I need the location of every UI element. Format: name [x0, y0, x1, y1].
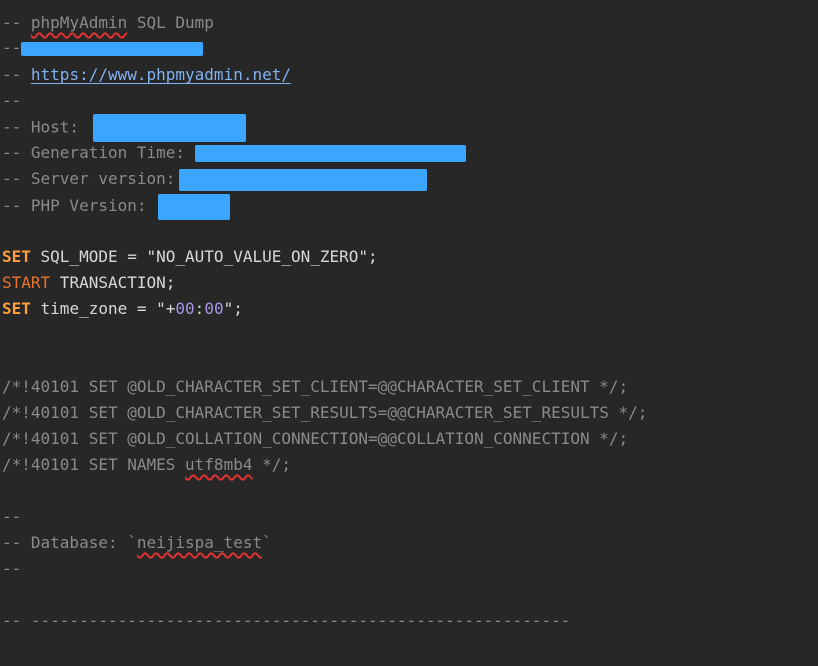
- phpmyadmin-link[interactable]: https://www.phpmyadmin.net/: [31, 65, 291, 84]
- generation-time-label: -- Generation Time:: [2, 143, 195, 162]
- comment-line-redacted-version: --: [2, 35, 204, 61]
- names-value: utf8mb4: [185, 455, 253, 474]
- names-suffix: */;: [252, 455, 291, 474]
- redacted-generation-time-block: [194, 145, 466, 162]
- transaction-statement: TRANSACTION;: [50, 273, 176, 292]
- comment-line-database: -- Database: `neijispa_test`: [2, 530, 272, 556]
- start-keyword: START: [2, 273, 51, 292]
- comment-line-php-version: -- PHP Version:: [2, 193, 231, 220]
- database-suffix: `: [262, 533, 272, 552]
- redacted-version-block: [21, 41, 204, 56]
- comment-line-empty: --: [2, 559, 22, 578]
- comment-line-empty: --: [2, 507, 22, 526]
- comment-prefix: --: [2, 13, 31, 32]
- comment-separator-line: -- -------------------------------------…: [2, 611, 571, 630]
- charset-directive-collation: /*!40101 SET @OLD_COLLATION_CONNECTION=@…: [2, 429, 629, 448]
- comment-line-url: -- https://www.phpmyadmin.net/: [2, 62, 291, 88]
- time-zone-hours: 00: [175, 299, 195, 318]
- host-label: -- Host:: [2, 117, 89, 137]
- comment-line-server-version: -- Server version:: [2, 166, 428, 192]
- names-prefix: /*!40101 SET NAMES: [2, 455, 186, 474]
- comment-dashes: --: [2, 38, 22, 57]
- set-keyword: SET: [2, 247, 31, 266]
- code-editor[interactable]: -- phpMyAdmin SQL Dump -- -- https://www…: [0, 0, 818, 666]
- charset-directive-client: /*!40101 SET @OLD_CHARACTER_SET_CLIENT=@…: [2, 377, 629, 396]
- redacted-host-block: [92, 114, 246, 142]
- comment-line-dump-title: -- phpMyAdmin SQL Dump: [2, 10, 214, 36]
- database-label: -- Database: `: [2, 533, 137, 552]
- set-keyword: SET: [2, 299, 31, 318]
- redacted-php-version-block: [158, 193, 231, 220]
- code-line-set-sql-mode: SET SQL_MODE = "NO_AUTO_VALUE_ON_ZERO";: [2, 244, 378, 270]
- dump-title-rest: SQL Dump: [127, 13, 214, 32]
- server-version-label: -- Server version:: [2, 169, 176, 188]
- database-name: neijispa_test: [136, 533, 263, 552]
- time-zone-end: ";: [223, 299, 243, 318]
- time-zone-minutes: 00: [204, 299, 224, 318]
- charset-directive-names: /*!40101 SET NAMES utf8mb4 */;: [2, 452, 291, 478]
- redacted-server-version-block: [179, 168, 428, 191]
- code-line-start-transaction: START TRANSACTION;: [2, 270, 175, 296]
- app-name-text: phpMyAdmin: [30, 13, 128, 32]
- time-zone-colon: :: [194, 299, 205, 318]
- charset-directive-results: /*!40101 SET @OLD_CHARACTER_SET_RESULTS=…: [2, 403, 648, 422]
- comment-line-host: -- Host:: [2, 114, 246, 142]
- php-version-label: -- PHP Version:: [2, 196, 157, 215]
- time-zone-statement: time_zone = "+: [30, 299, 176, 318]
- comment-prefix: --: [2, 65, 31, 84]
- comment-line-empty: --: [2, 91, 22, 110]
- sql-mode-statement: SQL_MODE = "NO_AUTO_VALUE_ON_ZERO";: [30, 247, 378, 266]
- code-line-set-time-zone: SET time_zone = "+00:00";: [2, 296, 243, 322]
- comment-line-generation-time: -- Generation Time:: [2, 140, 466, 166]
